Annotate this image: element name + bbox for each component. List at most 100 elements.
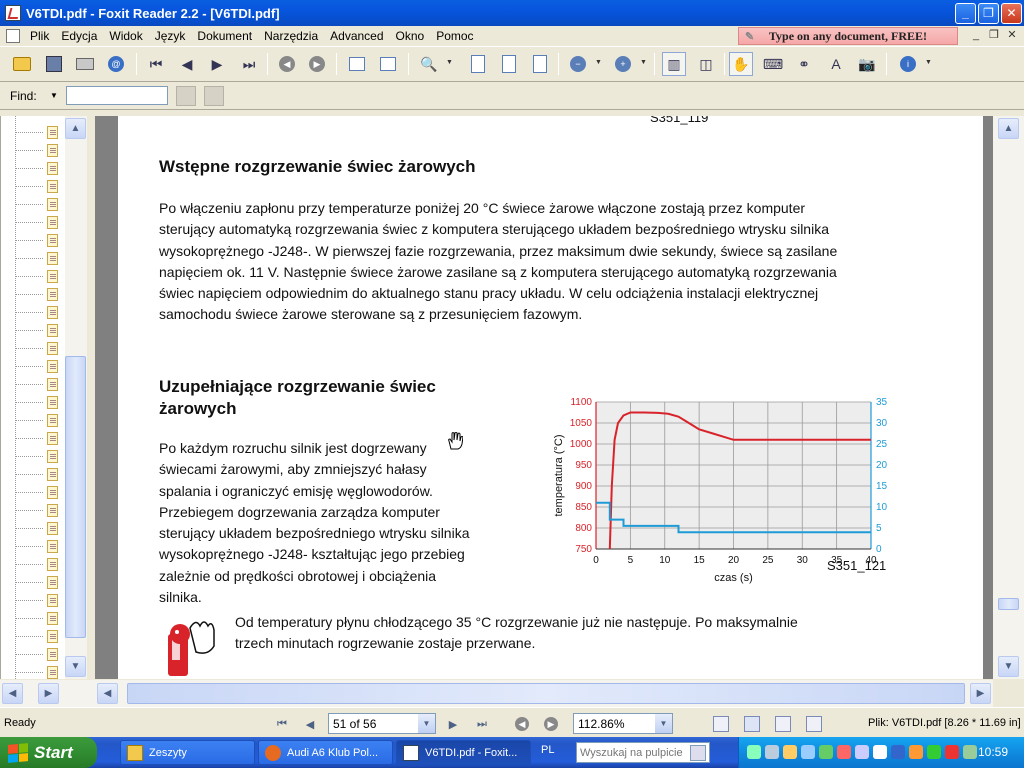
page-dropdown-icon[interactable]: ▼ [418, 714, 435, 733]
menu-widok[interactable]: Widok [103, 29, 148, 43]
open-folder-icon[interactable] [10, 52, 34, 76]
bookmark-page-item[interactable] [15, 142, 61, 160]
task-firefox-audi[interactable]: Audi A6 Klub Pol... [258, 740, 393, 765]
doc-scroll-down-arrow-icon[interactable]: ▼ [998, 656, 1019, 677]
bookmark-page-item[interactable] [15, 322, 61, 340]
rotate-left-icon[interactable] [345, 52, 369, 76]
bookmarks-scroll-thumb[interactable] [65, 356, 86, 638]
bookmark-page-item[interactable] [15, 232, 61, 250]
bookmark-page-item[interactable] [15, 628, 61, 646]
zoom-level-dropdown-icon[interactable]: ▼ [655, 714, 672, 733]
bookmark-page-item[interactable] [15, 286, 61, 304]
find-binoculars-icon[interactable]: ⚭ [792, 52, 816, 76]
doc-scroll-right-arrow-icon[interactable]: ▶ [970, 683, 991, 704]
doc-minimize-button[interactable]: _ [968, 27, 984, 43]
zoom-out-circle-icon[interactable]: − [566, 52, 590, 76]
continuous-facing-view-icon[interactable] [806, 716, 822, 732]
fit-width-icon[interactable] [528, 52, 552, 76]
bookmark-page-item[interactable] [15, 340, 61, 358]
single-page-view-icon[interactable] [713, 716, 729, 732]
next-page-icon[interactable]: ▶ [205, 52, 229, 76]
bm-scroll-right-arrow-icon[interactable]: ▶ [38, 683, 59, 704]
continuous-view-icon[interactable] [744, 716, 760, 732]
doc-scroll-left-arrow-icon[interactable]: ◀ [97, 683, 118, 704]
bookmark-page-item[interactable] [15, 376, 61, 394]
rotate-right-icon[interactable] [376, 52, 400, 76]
bookmark-page-item[interactable] [15, 574, 61, 592]
bookmark-page-item[interactable] [15, 394, 61, 412]
menu-dokument[interactable]: Dokument [191, 29, 258, 43]
status-last-page-icon[interactable]: ⏭ [474, 716, 490, 732]
bookmark-page-item[interactable] [15, 358, 61, 376]
bookmark-page-item[interactable] [15, 610, 61, 628]
bookmarks-panel-icon[interactable]: ▥ [662, 52, 686, 76]
menu-jezyk[interactable]: Język [149, 29, 192, 43]
status-first-page-icon[interactable]: ⏮ [274, 716, 290, 732]
bookmarks-vertical-scrollbar[interactable]: ▲ ▼ [65, 116, 87, 679]
facing-view-icon[interactable] [775, 716, 791, 732]
doc-close-button[interactable]: ✕ [1004, 27, 1020, 43]
menu-advanced[interactable]: Advanced [324, 29, 389, 43]
save-icon[interactable] [42, 52, 66, 76]
bookmark-page-item[interactable] [15, 484, 61, 502]
go-forward-icon[interactable]: ▶ [305, 52, 329, 76]
first-page-icon[interactable]: ⏮ [144, 52, 168, 76]
snapshot-camera-icon[interactable]: 📷 [855, 52, 879, 76]
bookmark-page-item[interactable] [15, 196, 61, 214]
bookmark-page-item[interactable] [15, 466, 61, 484]
bookmark-page-item[interactable] [15, 178, 61, 196]
bookmark-page-item[interactable] [15, 304, 61, 322]
text-select-icon[interactable]: A [824, 52, 848, 76]
info-dropdown-icon[interactable]: ▼ [925, 59, 933, 67]
document-viewport[interactable]: S351_119 Wstępne rozgrzewanie świec żaro… [95, 116, 993, 679]
previous-page-icon[interactable]: ◀ [175, 52, 199, 76]
fit-page-icon[interactable] [497, 52, 521, 76]
doc-scroll-up-arrow-icon[interactable]: ▲ [998, 118, 1019, 139]
find-previous-button[interactable] [176, 85, 196, 106]
find-options-dropdown-icon[interactable]: ▼ [50, 91, 64, 100]
bookmark-page-item[interactable] [15, 160, 61, 178]
menu-pomoc[interactable]: Pomoc [430, 29, 479, 43]
document-horizontal-scrollbar[interactable]: ◀ ▶ [95, 680, 993, 707]
task-foxit-v6tdi[interactable]: V6TDI.pdf - Foxit... [396, 740, 531, 765]
zoom-in-icon[interactable]: 🔍 [417, 52, 441, 76]
zoom-dropdown-icon[interactable]: ▼ [446, 59, 454, 67]
language-indicator[interactable]: PL [541, 744, 554, 756]
bookmark-page-item[interactable] [15, 646, 61, 664]
bookmark-page-item[interactable] [15, 592, 61, 610]
scroll-up-arrow-icon[interactable]: ▲ [65, 118, 86, 139]
hand-tool-icon[interactable]: ✋ [729, 52, 753, 76]
bookmark-page-item[interactable] [15, 124, 61, 142]
bookmark-page-item[interactable] [15, 502, 61, 520]
menu-narzedzia[interactable]: Narzędzia [258, 29, 324, 43]
doc-hscroll-thumb[interactable] [127, 683, 965, 704]
bookmark-page-item[interactable] [15, 520, 61, 538]
find-next-button[interactable] [204, 85, 224, 106]
doc-restore-button[interactable]: ❐ [986, 27, 1002, 43]
bookmark-page-item[interactable] [15, 430, 61, 448]
layers-panel-icon[interactable]: ◫ [694, 52, 718, 76]
actual-size-icon[interactable] [466, 52, 490, 76]
typewriter-ad-banner[interactable]: ✎ Type on any document, FREE! [738, 27, 958, 45]
menu-okno[interactable]: Okno [390, 29, 431, 43]
bookmark-page-item[interactable] [15, 250, 61, 268]
document-vertical-scrollbar[interactable]: ▲ ▼ [993, 116, 1024, 679]
bookmark-page-item[interactable] [15, 412, 61, 430]
panel-splitter[interactable] [87, 116, 95, 679]
bookmarks-horizontal-scrollbar[interactable]: ◀ ▶ [0, 680, 95, 707]
status-previous-page-icon[interactable]: ◀ [302, 716, 318, 732]
minimize-button[interactable]: _ [955, 2, 976, 24]
doc-scroll-thumb[interactable] [998, 598, 1019, 610]
zoom-out-dropdown-icon[interactable]: ▼ [595, 59, 603, 67]
menu-edycja[interactable]: Edycja [55, 29, 103, 43]
print-icon[interactable] [73, 52, 97, 76]
bookmark-page-item[interactable] [15, 664, 61, 679]
go-back-icon[interactable]: ◀ [275, 52, 299, 76]
find-input[interactable] [66, 86, 168, 105]
zoom-in-dropdown-icon[interactable]: ▼ [640, 59, 648, 67]
scroll-down-arrow-icon[interactable]: ▼ [65, 656, 86, 677]
desktop-search-icon[interactable] [690, 745, 706, 761]
bookmark-page-item[interactable] [15, 538, 61, 556]
bm-scroll-left-arrow-icon[interactable]: ◀ [2, 683, 23, 704]
status-forward-icon[interactable]: ▶ [543, 716, 559, 732]
